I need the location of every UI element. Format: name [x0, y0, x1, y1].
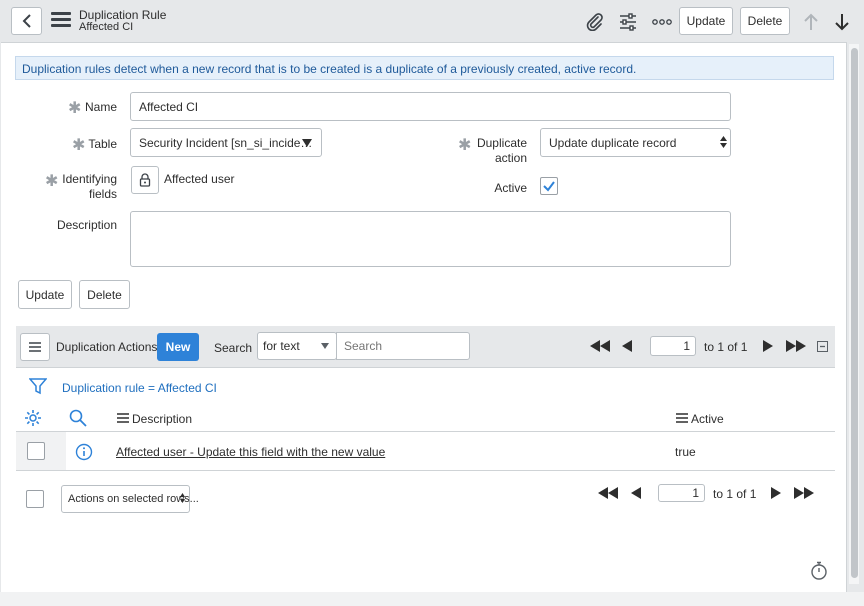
search-field-select-value: for text — [263, 339, 300, 353]
form-title: Duplication Rule — [79, 8, 167, 22]
column-menu-icon[interactable] — [676, 413, 688, 423]
form-subtitle: Affected CI — [79, 21, 134, 33]
more-options-icon[interactable] — [651, 11, 673, 33]
header-delete-button[interactable]: Delete — [740, 7, 790, 35]
dropdown-arrow-icon — [321, 343, 329, 349]
update-button[interactable]: Update — [18, 280, 72, 309]
back-button[interactable] — [11, 7, 42, 35]
search-label: Search — [214, 341, 253, 355]
select-all-checkbox[interactable] — [26, 490, 44, 508]
scrollbar-thumb[interactable] — [851, 48, 858, 578]
form-header: Duplication Rule Affected CI Update Dele… — [1, 0, 849, 43]
chevron-left-icon — [22, 14, 31, 28]
checkmark-icon — [543, 181, 555, 192]
first-page-icon[interactable] — [589, 340, 611, 352]
select-updown-icon — [720, 136, 727, 148]
column-menu-icon[interactable] — [117, 413, 129, 423]
lock-button[interactable] — [131, 166, 159, 194]
delete-button[interactable]: Delete — [79, 280, 130, 309]
filter-breadcrumb[interactable]: Duplication rule = Affected CI — [62, 381, 217, 395]
table-label: Table — [88, 137, 117, 151]
hamburger-icon — [29, 342, 41, 352]
duplicate-action-value: Update duplicate record — [549, 136, 677, 150]
form-window: Duplication Rule Affected CI Update Dele… — [1, 0, 849, 592]
page-number-input[interactable]: 1 — [650, 336, 696, 356]
column-header-description[interactable]: Description — [132, 412, 192, 426]
table-select[interactable]: Security Incident [sn_si_incide… — [130, 128, 322, 157]
paperclip-icon[interactable] — [584, 11, 606, 33]
app-frame: Duplication Rule Affected CI Update Dele… — [0, 0, 864, 606]
required-icon: ✱ — [68, 100, 82, 117]
related-list-title: Duplication Actions — [56, 340, 158, 354]
context-menu-icon[interactable] — [51, 12, 71, 30]
header-divider — [16, 431, 835, 432]
new-button[interactable]: New — [157, 333, 199, 361]
search-input[interactable] — [336, 332, 470, 360]
name-field[interactable]: Affected CI — [130, 92, 731, 121]
arrow-down-icon[interactable] — [831, 11, 853, 33]
row-checkbox[interactable] — [27, 442, 45, 460]
last-page-icon[interactable] — [793, 487, 815, 499]
identifying-fields-value: Affected user — [164, 172, 235, 186]
info-message: Duplication rules detect when a new reco… — [15, 56, 834, 80]
description-textarea[interactable] — [130, 211, 731, 267]
active-label: Active — [494, 181, 527, 195]
required-icon: ✱ — [458, 137, 472, 154]
header-update-button[interactable]: Update — [679, 7, 733, 35]
page-count-text: to 1 of 1 — [704, 340, 748, 354]
list-menu-button[interactable] — [20, 333, 50, 361]
response-time-icon[interactable] — [810, 561, 828, 581]
row-active-value: true — [675, 445, 696, 459]
identifying-fields-label-1: Identifying — [62, 172, 117, 186]
filter-icon[interactable] — [29, 377, 47, 395]
row-divider — [16, 470, 835, 471]
next-page-icon[interactable] — [771, 487, 781, 499]
last-page-icon[interactable] — [785, 340, 807, 352]
duplicate-action-select[interactable]: Update duplicate record — [540, 128, 731, 157]
related-list-header: Duplication Actions New Search for text … — [16, 326, 835, 368]
description-label: Description — [56, 218, 117, 232]
active-checkbox[interactable] — [540, 177, 558, 195]
select-updown-icon — [180, 493, 185, 503]
collapse-icon[interactable] — [817, 341, 828, 352]
previous-page-icon[interactable] — [631, 487, 641, 499]
lock-icon — [139, 173, 151, 187]
table-select-value: Security Incident [sn_si_incide… — [139, 136, 313, 150]
name-label: Name — [84, 100, 117, 114]
next-page-icon[interactable] — [763, 340, 773, 352]
row-description-link[interactable]: Affected user - Update this field with t… — [116, 445, 385, 459]
column-header-active[interactable]: Active — [691, 412, 724, 426]
actions-select[interactable]: Actions on selected rows... — [61, 485, 199, 513]
duplicate-action-label-2: action — [494, 151, 527, 165]
search-icon[interactable] — [69, 409, 87, 427]
info-icon[interactable] — [75, 443, 93, 461]
arrow-up-icon[interactable] — [800, 11, 822, 33]
bottom-page-number-input[interactable]: 1 — [658, 484, 705, 502]
dropdown-arrow-icon — [302, 139, 312, 147]
identifying-fields-label-2: fields — [88, 187, 117, 201]
duplicate-action-label-1: Duplicate — [476, 136, 527, 150]
bottom-strip — [0, 592, 864, 606]
gear-icon[interactable] — [24, 409, 42, 427]
bottom-page-count-text: to 1 of 1 — [713, 487, 757, 501]
personalize-sliders-icon[interactable] — [617, 11, 639, 33]
first-page-icon[interactable] — [597, 487, 619, 499]
previous-page-icon[interactable] — [622, 340, 632, 352]
